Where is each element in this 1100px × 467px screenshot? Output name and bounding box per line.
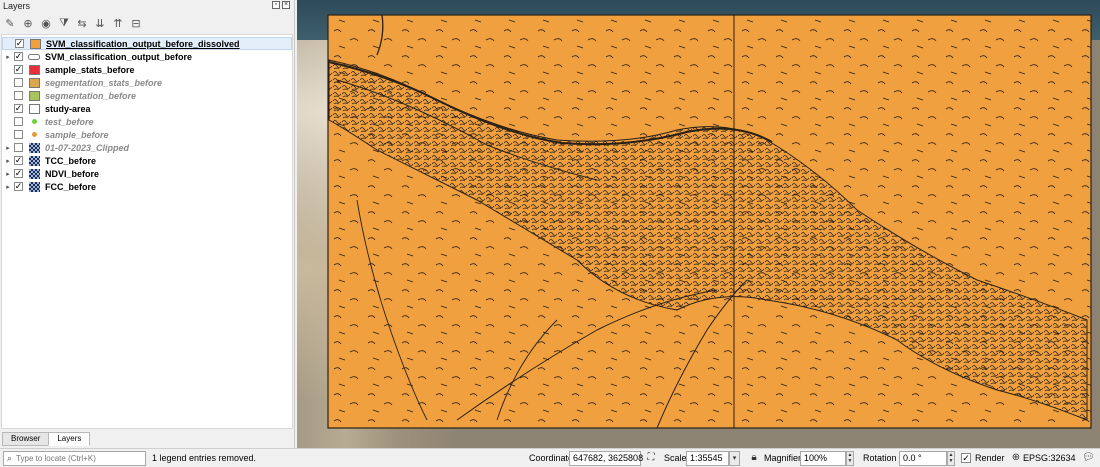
filter-legend-icon[interactable]: ⧩ [57, 16, 71, 30]
layer-tree[interactable]: ✓ SVM_classification_output_before_dissol… [1, 34, 293, 429]
expand-arrow-icon[interactable]: ▸ [2, 53, 14, 61]
expand-all-icon[interactable]: ⇊ [93, 16, 107, 30]
fill-symbol-icon [29, 38, 41, 49]
close-panel-icon[interactable]: × [282, 1, 290, 9]
layer-name: 01-07-2023_Clipped [45, 142, 130, 153]
raster-layer-icon [28, 181, 40, 192]
layer-name: test_before [45, 116, 94, 127]
layer-visibility-checkbox[interactable]: ✓ [14, 156, 23, 165]
magnifier-label: Magnifier [764, 453, 802, 463]
panel-title: Layers [3, 1, 31, 11]
coordinate-label: Coordinate [529, 453, 574, 463]
vector-layer-icon [28, 52, 40, 62]
render-label: Render [975, 453, 1005, 463]
layer-row[interactable]: ▸ ✓ FCC_before [2, 180, 292, 193]
crs-label[interactable]: EPSG:32634 [1023, 453, 1076, 463]
rotation-field[interactable]: 0.0 ° [899, 451, 947, 466]
point-symbol-icon [28, 130, 40, 140]
coordinate-field[interactable]: 647682, 3625808 [569, 451, 643, 466]
magnifier-field[interactable]: 100% [800, 451, 846, 466]
tab-browser[interactable]: Browser [2, 432, 50, 446]
layer-row[interactable]: ▸ ✓ TCC_before [2, 154, 292, 167]
collapse-all-icon[interactable]: ⇈ [111, 16, 125, 30]
layer-visibility-checkbox[interactable]: ✓ [15, 39, 24, 48]
layer-visibility-checkbox[interactable]: ✓ [14, 169, 23, 178]
locator-box[interactable]: ⌕ [3, 451, 146, 466]
layer-visibility-checkbox[interactable]: ✓ [14, 65, 23, 74]
status-bar: ⌕ 1 legend entries removed. Coordinate 6… [0, 448, 1100, 467]
layers-panel: Layers ▫ × ✎ ⊕ ◉ ⧩ ⇆ ⇊ ⇈ ⊟ ✓ SVM_classifi… [0, 0, 295, 448]
expand-arrow-icon[interactable]: ▸ [2, 170, 14, 178]
layer-name: segmentation_stats_before [45, 77, 163, 88]
layer-visibility-checkbox[interactable]: ✓ [14, 52, 23, 61]
messages-icon[interactable]: 💬︎ [1082, 452, 1095, 464]
layer-row[interactable]: ✓ sample_stats_before [2, 63, 292, 76]
layer-visibility-checkbox[interactable]: ✓ [14, 104, 23, 113]
panel-controls: ▫ × [272, 1, 290, 9]
qgis-window: Layers ▫ × ✎ ⊕ ◉ ⧩ ⇆ ⇊ ⇈ ⊟ ✓ SVM_classifi… [0, 0, 1100, 467]
layer-row[interactable]: sample_before [2, 128, 292, 141]
layers-toolbar: ✎ ⊕ ◉ ⧩ ⇆ ⇊ ⇈ ⊟ [3, 14, 143, 32]
raster-layer-icon [28, 168, 40, 179]
layer-name: FCC_before [45, 181, 97, 192]
layer-visibility-checkbox[interactable] [14, 78, 23, 87]
scale-dropdown-icon[interactable]: ▾ [729, 451, 740, 466]
layer-name: SVM_classification_output_before [45, 51, 193, 62]
raster-layer-icon [28, 155, 40, 166]
layer-row[interactable]: ✓ study-area [2, 102, 292, 115]
scale-label: Scale [664, 453, 687, 463]
expand-arrow-icon[interactable]: ▸ [2, 183, 14, 191]
layer-visibility-checkbox[interactable] [14, 130, 23, 139]
render-checkbox[interactable]: ✓ [961, 453, 971, 463]
fill-symbol-icon [28, 90, 40, 101]
map-canvas[interactable] [297, 0, 1100, 448]
layer-name: study-area [45, 103, 91, 114]
filter-expression-icon[interactable]: ⇆ [75, 16, 89, 30]
status-message: 1 legend entries removed. [152, 453, 257, 463]
layer-row[interactable]: segmentation_stats_before [2, 76, 292, 89]
remove-layer-icon[interactable]: ⊟ [129, 16, 143, 30]
point-symbol-icon [28, 117, 40, 127]
magnifier-spinner[interactable]: ▲ ▼ [846, 451, 854, 466]
scale-field[interactable]: 1:35545 [686, 451, 729, 466]
layer-row[interactable]: ▸ ✓ NDVI_before [2, 167, 292, 180]
layer-visibility-checkbox[interactable] [14, 91, 23, 100]
style-brush-icon[interactable]: ✎ [3, 16, 17, 30]
lock-icon[interactable]: 🔒︎ [748, 452, 760, 464]
layer-name: TCC_before [45, 155, 97, 166]
layer-row[interactable]: ▸ 01-07-2023_Clipped [2, 141, 292, 154]
manage-visibility-icon[interactable]: ◉ [39, 16, 53, 30]
float-panel-icon[interactable]: ▫ [272, 1, 280, 9]
layer-visibility-checkbox[interactable] [14, 117, 23, 126]
layer-row[interactable]: segmentation_before [2, 89, 292, 102]
layer-row[interactable]: test_before [2, 115, 292, 128]
layer-name: sample_stats_before [45, 64, 135, 75]
search-icon: ⌕ [7, 453, 13, 463]
rotation-spinner[interactable]: ▲ ▼ [947, 451, 955, 466]
crs-globe-icon[interactable]: ⊕ [1010, 452, 1022, 464]
raster-layer-icon [28, 142, 40, 153]
layer-name: SVM_classification_output_before_dissolv… [46, 38, 240, 49]
add-group-icon[interactable]: ⊕ [21, 16, 35, 30]
locate-input[interactable] [16, 454, 142, 463]
tab-layers[interactable]: Layers [48, 432, 91, 446]
rotation-label: Rotation [863, 453, 897, 463]
fill-symbol-icon [28, 64, 40, 75]
map-render [327, 14, 1092, 429]
layer-name: NDVI_before [45, 168, 100, 179]
fill-symbol-icon [28, 103, 40, 114]
layer-name: segmentation_before [45, 90, 137, 101]
layer-name: sample_before [45, 129, 109, 140]
layer-row[interactable]: ✓ SVM_classification_output_before_dissol… [2, 37, 292, 50]
layer-visibility-checkbox[interactable] [14, 143, 23, 152]
panel-tabs: Browser Layers [2, 432, 91, 446]
layer-row[interactable]: ▸ ✓ SVM_classification_output_before [2, 50, 292, 63]
fill-symbol-icon [28, 77, 40, 88]
toggle-extents-icon[interactable]: ⛶ [645, 452, 657, 464]
expand-arrow-icon[interactable]: ▸ [2, 157, 14, 165]
expand-arrow-icon[interactable]: ▸ [2, 144, 14, 152]
layer-visibility-checkbox[interactable]: ✓ [14, 182, 23, 191]
